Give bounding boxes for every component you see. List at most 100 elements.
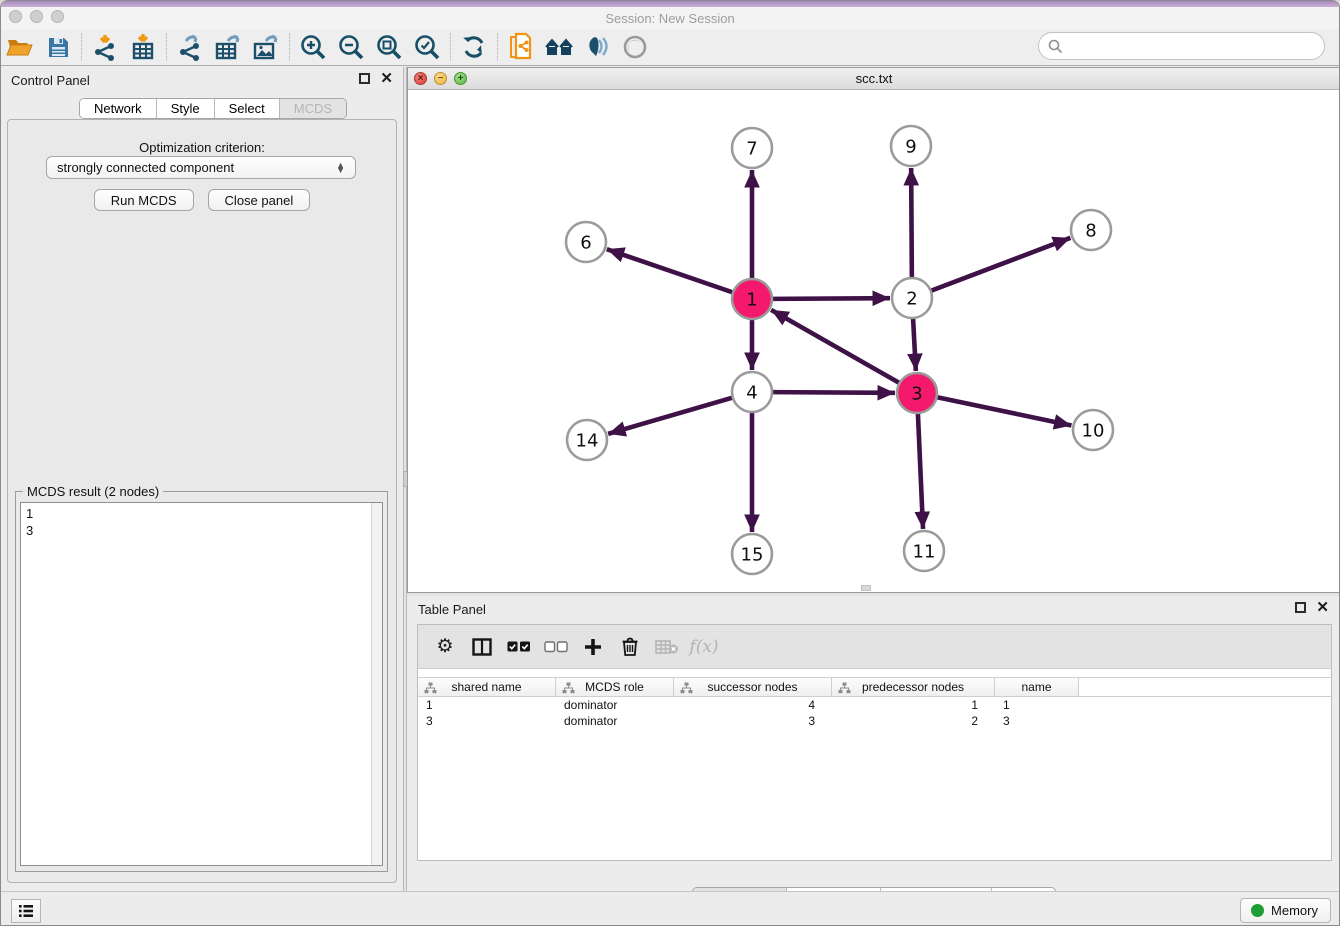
import-table-button[interactable]	[124, 30, 162, 64]
graph-edge-2-8[interactable]	[931, 238, 1071, 291]
export-table-button[interactable]	[209, 30, 247, 64]
table-cell[interactable]: dominator	[556, 713, 674, 729]
column-layout-button[interactable]	[467, 632, 497, 662]
graph-edge-2-3[interactable]	[913, 318, 916, 371]
delete-table-button[interactable]	[652, 632, 682, 662]
hide-details-icon	[583, 34, 611, 60]
svg-text:7: 7	[746, 138, 757, 159]
close-table-panel-icon[interactable]: ✕	[1316, 602, 1329, 613]
import-network-button[interactable]	[86, 30, 124, 64]
two-homes-icon	[544, 35, 574, 59]
graph-node-6[interactable]: 6	[566, 222, 606, 262]
table-cell[interactable]: 3	[995, 713, 1079, 729]
tab-mcds[interactable]: MCDS	[279, 99, 346, 118]
graph-node-11[interactable]: 11	[904, 531, 944, 571]
control-panel: Control Panel ✕ NetworkStyleSelectMCDS O…	[1, 67, 403, 891]
zoom-in-icon	[299, 33, 327, 61]
graph-edge-2-9[interactable]	[911, 168, 912, 278]
deselect-all-button[interactable]	[541, 632, 571, 662]
hide-details-button[interactable]	[578, 30, 616, 64]
select-all-button[interactable]	[504, 632, 534, 662]
mcds-result-item[interactable]: 1	[26, 505, 368, 522]
graph-edge-3-11[interactable]	[918, 413, 923, 529]
svg-text:6: 6	[580, 232, 591, 253]
search-field[interactable]	[1038, 32, 1325, 60]
graph-edge-3-1[interactable]	[771, 310, 900, 383]
zoom-fit-button[interactable]	[370, 30, 408, 64]
svg-text:11: 11	[913, 541, 936, 562]
float-panel-icon[interactable]	[359, 73, 370, 84]
graph-node-8[interactable]: 8	[1071, 210, 1111, 250]
network-bottom-grip[interactable]	[861, 585, 871, 591]
column-header-name[interactable]: name	[995, 678, 1079, 696]
save-session-button[interactable]	[39, 30, 77, 64]
export-table-icon	[214, 33, 242, 61]
graph-edge-4-3[interactable]	[772, 392, 895, 393]
table-cell[interactable]: 4	[674, 697, 832, 713]
table-row[interactable]: 1dominator411	[418, 697, 1331, 713]
mcds-result-group: MCDS result (2 nodes) 13	[15, 491, 388, 872]
graph-node-15[interactable]: 15	[732, 534, 772, 574]
copy-style-button[interactable]	[502, 30, 540, 64]
table-cell[interactable]: 2	[832, 713, 995, 729]
table-cell[interactable]: 1	[832, 697, 995, 713]
show-graphics-button[interactable]	[616, 30, 654, 64]
graph-edge-1-6[interactable]	[607, 249, 733, 292]
graph-node-2[interactable]: 2	[892, 278, 932, 318]
export-network-button[interactable]	[171, 30, 209, 64]
toolbar-separator	[497, 33, 498, 61]
show-task-history-button[interactable]	[11, 899, 41, 923]
mcds-result-item[interactable]: 3	[26, 522, 368, 539]
checked-boxes-icon	[507, 641, 531, 653]
tab-select[interactable]: Select	[214, 99, 279, 118]
graph-edge-1-2[interactable]	[772, 298, 890, 299]
float-table-panel-icon[interactable]	[1295, 602, 1306, 613]
apply-layout-button[interactable]	[455, 30, 493, 64]
close-panel-icon[interactable]: ✕	[380, 73, 393, 84]
memory-button[interactable]: Memory	[1240, 898, 1331, 923]
graph-node-7[interactable]: 7	[732, 128, 772, 168]
zoom-in-button[interactable]	[294, 30, 332, 64]
criterion-selected-value: strongly connected component	[57, 160, 336, 175]
graph-node-9[interactable]: 9	[891, 126, 931, 166]
zoom-selected-button[interactable]	[408, 30, 446, 64]
graph-edge-4-14[interactable]	[608, 398, 733, 434]
table-cell[interactable]: 1	[995, 697, 1079, 713]
table-cell[interactable]: 1	[418, 697, 556, 713]
tab-style[interactable]: Style	[156, 99, 214, 118]
column-header-successor-nodes[interactable]: successor nodes	[674, 678, 832, 696]
column-header-predecessor-nodes[interactable]: predecessor nodes	[832, 678, 995, 696]
graph-node-1[interactable]: 1	[732, 279, 772, 319]
criterion-select[interactable]: strongly connected component ▲▼	[46, 156, 356, 179]
column-header-shared-name[interactable]: shared name	[418, 678, 556, 696]
table-settings-button[interactable]: ⚙	[430, 632, 460, 662]
function-builder-button[interactable]: f(x)	[689, 632, 719, 662]
table-panel: Table Panel ✕ ⚙	[407, 596, 1340, 891]
search-input[interactable]	[1063, 39, 1324, 54]
export-image-button[interactable]	[247, 30, 285, 64]
graph-node-10[interactable]: 10	[1073, 410, 1113, 450]
table-cell[interactable]: dominator	[556, 697, 674, 713]
open-session-button[interactable]	[1, 30, 39, 64]
table-cell[interactable]: 3	[418, 713, 556, 729]
graph-node-4[interactable]: 4	[732, 372, 772, 412]
delete-column-button[interactable]	[615, 632, 645, 662]
table-cell[interactable]: 3	[674, 713, 832, 729]
table-row[interactable]: 3dominator323	[418, 713, 1331, 729]
add-column-button[interactable]	[578, 632, 608, 662]
home-views-button[interactable]	[540, 30, 578, 64]
graph-node-3[interactable]: 3	[897, 373, 937, 413]
tab-network[interactable]: Network	[80, 99, 156, 118]
result-scrollbar[interactable]	[371, 503, 382, 865]
zoom-out-button[interactable]	[332, 30, 370, 64]
run-mcds-button[interactable]: Run MCDS	[94, 189, 194, 211]
graph-edge-3-10[interactable]	[937, 397, 1072, 425]
network-canvas[interactable]: 7 9 6 8 1 2 4 3 14 10 15 11	[408, 90, 1340, 592]
column-header-MCDS-role[interactable]: MCDS role	[556, 678, 674, 696]
graph-node-14[interactable]: 14	[567, 420, 607, 460]
window-titlebar: Session: New Session	[1, 7, 1339, 29]
copy-style-icon	[508, 32, 534, 62]
svg-text:14: 14	[576, 430, 599, 451]
network-window-titlebar[interactable]: × − + scc.txt	[408, 68, 1340, 90]
close-panel-button[interactable]: Close panel	[208, 189, 311, 211]
